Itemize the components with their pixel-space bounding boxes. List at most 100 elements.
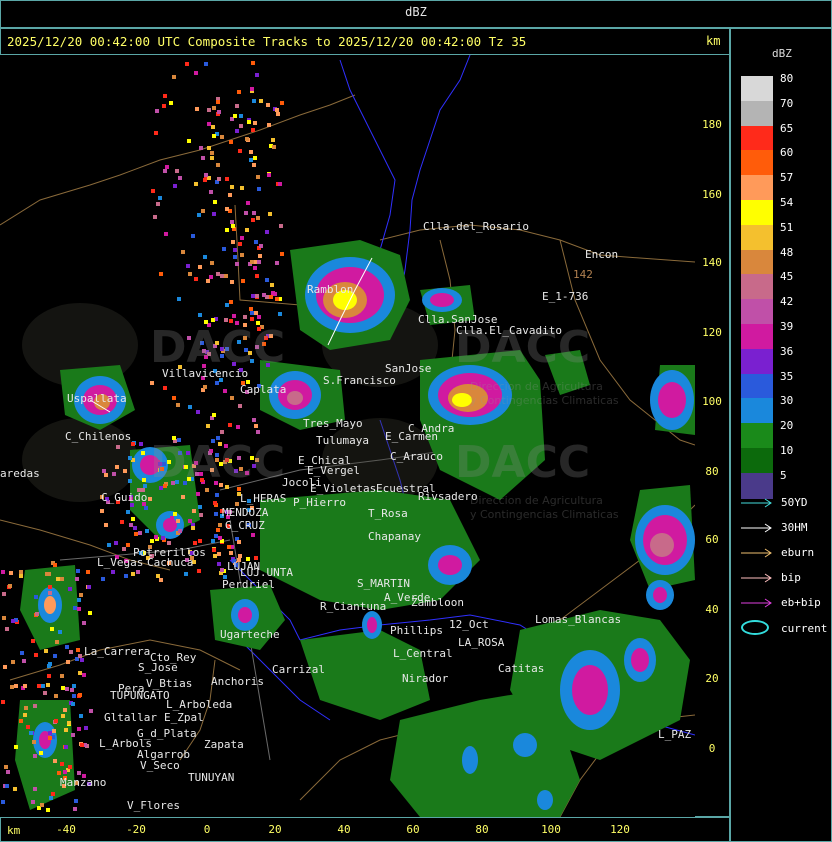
echo-pixel	[14, 745, 18, 749]
echo-pixel	[211, 125, 215, 129]
echo-pixel	[19, 574, 23, 578]
echo-pixel	[48, 585, 52, 589]
echo-pixel	[228, 193, 232, 197]
echo-pixel	[211, 539, 215, 543]
echo-pixel	[197, 213, 201, 217]
scale-swatch	[741, 150, 773, 177]
echo-pixel	[43, 691, 47, 695]
echo-core	[438, 555, 462, 575]
echo-pixel	[214, 534, 218, 538]
scale-label: 36	[780, 344, 794, 358]
echo-pixel	[240, 236, 244, 240]
echo-pixel	[156, 202, 160, 206]
echo-pixel	[213, 501, 217, 505]
scale-swatch	[741, 472, 773, 499]
echo-pixel	[9, 571, 13, 575]
echo-pixel	[50, 627, 54, 631]
echo-pixel	[250, 260, 254, 264]
echo-pixel	[23, 684, 27, 688]
echo-pixel	[217, 177, 221, 181]
x-tick-label: -20	[126, 823, 146, 836]
echo-pixel	[46, 683, 50, 687]
echo-pixel	[246, 201, 250, 205]
river-line	[399, 55, 471, 301]
echo-pixel	[206, 279, 210, 283]
echo-pixel	[76, 569, 80, 573]
place-label: S.Francisco	[323, 374, 396, 387]
scale-label: 10	[780, 444, 794, 457]
echo-pixel	[254, 311, 258, 315]
echo-pixel	[196, 410, 200, 414]
echo-pixel	[126, 510, 130, 514]
echo-pixel	[196, 492, 200, 496]
place-label: Chapanay	[368, 530, 421, 543]
echo-pixel	[172, 396, 176, 400]
echo-pixel	[194, 277, 198, 281]
echo-pixel	[229, 140, 233, 144]
echo-pixel	[216, 163, 220, 167]
track-label: eb+bip	[781, 596, 821, 609]
echo-pixel	[116, 445, 120, 449]
echo-pixel	[210, 261, 214, 265]
place-label: S_Jose	[138, 661, 178, 674]
watermark-subtitle: Direccion de Agricultura y Contingencias …	[470, 380, 619, 408]
composite-header: 2025/12/20 00:42:00 UTC Composite Tracks…	[7, 34, 527, 49]
echo-pixel	[256, 175, 260, 179]
echo-pixel	[78, 654, 82, 658]
echo-pixel	[32, 740, 36, 744]
echo-pixel	[247, 120, 251, 124]
echo-pixel	[173, 512, 177, 516]
echo-pixel	[256, 216, 260, 220]
place-label: Ramblon	[307, 283, 354, 296]
scale-swatch	[741, 249, 773, 276]
echo-pixel	[280, 101, 284, 105]
echo-pixel	[212, 212, 216, 216]
echo-pixel	[77, 771, 81, 775]
echo-pixel	[123, 469, 127, 473]
echo-pixel	[14, 684, 18, 688]
echo-pixel	[88, 611, 92, 615]
echo-pixel	[250, 311, 254, 315]
km-unit-bottom: km	[7, 824, 21, 837]
echo-pixel	[73, 606, 77, 610]
echo-pixel	[156, 574, 160, 578]
echo-pixel	[188, 405, 192, 409]
echo-pixel	[203, 255, 207, 259]
track-arrow-icon	[741, 548, 772, 558]
x-tick-label: 100	[541, 823, 561, 836]
echo-pixel	[265, 230, 269, 234]
echo-pixel	[191, 526, 195, 530]
track-arrow-icon	[741, 573, 772, 583]
echo-pixel	[41, 684, 45, 688]
place-label: E_Violetas	[310, 482, 377, 495]
track-arrow-icon	[741, 498, 772, 508]
echo-pixel	[35, 612, 39, 616]
echo-pixel	[155, 109, 159, 113]
echo-pixel	[163, 94, 167, 98]
echo-pixel	[232, 314, 236, 318]
place-label: Carrizal	[272, 663, 325, 676]
echo-pixel	[187, 139, 191, 143]
echo-pixel	[150, 539, 154, 543]
x-tick-label: 80	[475, 823, 489, 836]
scale-label: 30	[780, 394, 794, 408]
echo-pixel	[63, 770, 67, 774]
echo-pixel	[56, 577, 60, 581]
echo-pixel	[53, 654, 57, 658]
echo-pixel	[265, 278, 269, 282]
echo-pixel	[184, 572, 188, 576]
echo-pixel	[8, 584, 12, 588]
watermark-line: y Contingencias Climaticas	[470, 508, 619, 521]
echo-pixel	[167, 541, 171, 545]
echo-pixel	[73, 807, 77, 811]
echo-pixel	[61, 714, 65, 718]
echo-pixel	[225, 177, 229, 181]
current-label: current	[781, 622, 828, 635]
echo-pixel	[162, 104, 166, 108]
echo-pixel	[185, 62, 189, 66]
echo-pixel	[230, 280, 234, 284]
echo-pixel	[176, 403, 180, 407]
echo-pixel	[249, 158, 253, 162]
echo-pixel	[276, 112, 280, 116]
y-tick-label: 140	[702, 256, 722, 269]
